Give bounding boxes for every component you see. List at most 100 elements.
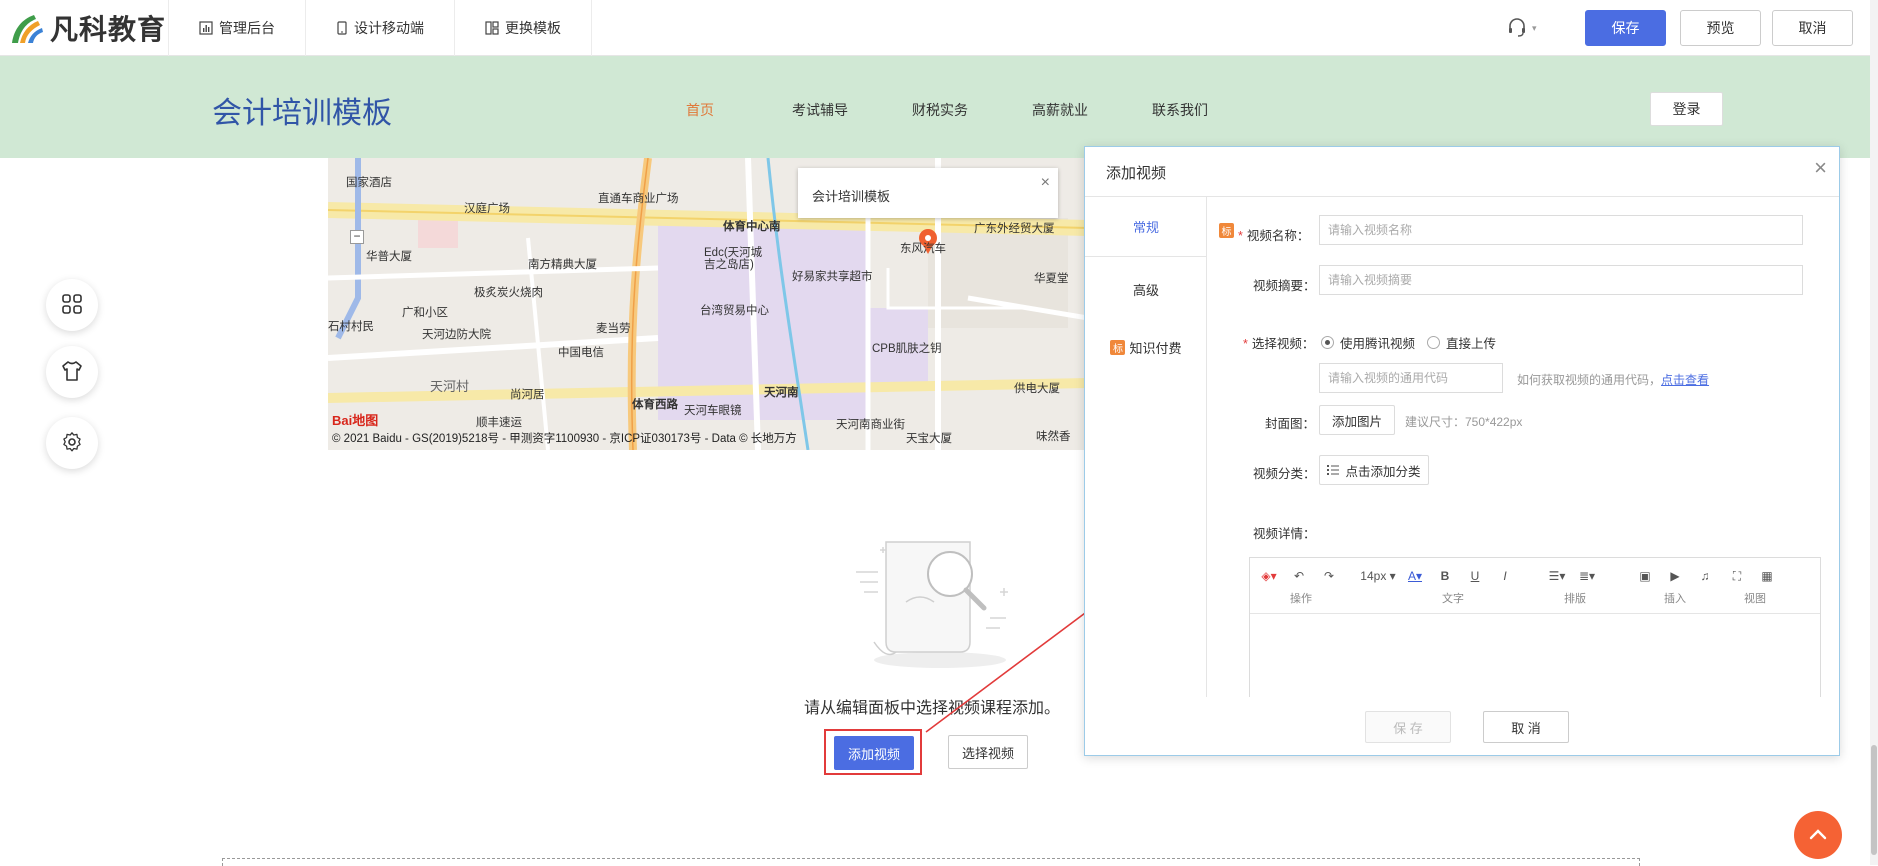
map-label: 尚河居 <box>510 389 545 401</box>
dialog-header: 添加视频 × <box>1085 147 1839 197</box>
map-label: 天河南商业街 <box>836 419 905 431</box>
underline-icon[interactable]: U <box>1460 568 1490 584</box>
editor-group-label: 视图 <box>1744 593 1766 605</box>
scroll-to-top-button[interactable] <box>1794 811 1842 859</box>
video-code-input[interactable] <box>1319 363 1503 393</box>
fullscreen-icon[interactable]: ⛶ <box>1722 568 1752 584</box>
map-label: 中国电信 <box>558 347 604 359</box>
video-icon[interactable]: ▶ <box>1660 568 1690 584</box>
nav-template[interactable]: 更换模板 <box>455 0 592 56</box>
redo-icon[interactable]: ↷ <box>1314 568 1344 584</box>
source-code-icon[interactable]: ▦ <box>1752 568 1782 584</box>
scrollbar-thumb[interactable] <box>1871 745 1877 855</box>
chevron-down-icon: ▾ <box>1532 22 1537 33</box>
logo-mark-icon <box>8 9 46 47</box>
image-icon[interactable]: ▣ <box>1630 568 1660 584</box>
map-label: 天河边防大院 <box>422 329 491 341</box>
editor-group-label: 排版 <box>1564 593 1586 605</box>
dialog-save-button[interactable]: 保 存 <box>1365 711 1451 743</box>
close-icon[interactable]: × <box>1041 174 1050 192</box>
site-nav-tax[interactable]: 财税实务 <box>880 100 1000 120</box>
nav-mobile[interactable]: 设计移动端 <box>306 0 455 56</box>
tab-general-label: 常规 <box>1132 220 1159 235</box>
align-icon[interactable]: ☰▾ <box>1542 568 1572 584</box>
radio-upload-label: 直接上传 <box>1446 337 1497 351</box>
select-video-label-text: 选择视频： <box>1251 337 1315 351</box>
support-button[interactable]: ▾ <box>1506 14 1537 42</box>
font-size-select[interactable]: 14px ▾ <box>1356 568 1400 584</box>
site-title[interactable]: 会计培训模板 <box>212 88 392 132</box>
components-button[interactable] <box>46 279 98 331</box>
dialog-tabs: 常规 高级 标 知识付费 <box>1085 197 1207 697</box>
radio-direct-upload[interactable]: 直接上传 <box>1427 333 1496 352</box>
bold-icon[interactable]: B <box>1430 568 1460 584</box>
tab-general[interactable]: 常规 <box>1085 197 1207 257</box>
video-code-hint: 如何获取视频的通用代码，点击查看 <box>1517 371 1709 388</box>
settings-button[interactable] <box>46 417 98 469</box>
music-icon[interactable]: ♫ <box>1690 568 1720 584</box>
login-button[interactable]: 登录 <box>1650 92 1723 126</box>
map-label: CPB肌肤之钥 <box>872 343 942 355</box>
editor-view-icons: ⛶ ▦ <box>1722 568 1782 584</box>
map-label: 广和小区 <box>402 307 448 319</box>
select-video-button[interactable]: 选择视频 <box>948 735 1028 769</box>
tab-paid-knowledge[interactable]: 标 知识付费 <box>1085 317 1207 377</box>
site-nav-exam[interactable]: 考试辅导 <box>760 100 880 120</box>
map-label: 汉庭广场 <box>464 203 510 215</box>
nav-mobile-label: 设计移动端 <box>354 20 424 36</box>
add-category-button[interactable]: 点击添加分类 <box>1319 455 1429 485</box>
editor-action-icons: ◈▾ ↶ ↷ <box>1254 568 1344 584</box>
close-icon[interactable]: × <box>1814 157 1827 179</box>
radio-unchecked-icon <box>1427 336 1440 349</box>
map-label: 天宝大厦 <box>906 433 952 445</box>
top-nav: 管理后台 设计移动端 更换模板 <box>168 0 592 56</box>
video-summary-label: 视频摘要： <box>1253 279 1316 293</box>
radio-tencent-video[interactable]: 使用腾讯视频 <box>1321 333 1415 352</box>
undo-icon[interactable]: ↶ <box>1284 568 1314 584</box>
map-label: 华夏堂 <box>1034 273 1069 285</box>
video-detail-label: 视频详情： <box>1253 527 1316 541</box>
map-label: 华普大厦 <box>366 251 412 263</box>
save-button[interactable]: 保存 <box>1585 10 1666 46</box>
add-video-button[interactable]: 添加视频 <box>834 736 914 770</box>
site-nav-contact[interactable]: 联系我们 <box>1120 100 1240 120</box>
baidu-map-logo: Bai地图 <box>332 413 379 428</box>
page-scrollbar[interactable] <box>1870 0 1878 865</box>
editor-group-label: 操作 <box>1290 593 1312 605</box>
cancel-button[interactable]: 取消 <box>1772 10 1853 46</box>
map-label: 国家酒店 <box>346 177 392 189</box>
map[interactable]: − 国家酒店 汉庭广场 直通车商业广场 体育中心南 广东外经贸大厦 东风汽车 华… <box>328 158 1088 450</box>
tab-advanced[interactable]: 高级 <box>1085 259 1207 319</box>
editor-group-label: 插入 <box>1664 593 1686 605</box>
cover-label: 封面图： <box>1265 417 1316 431</box>
font-color-icon[interactable]: A▾ <box>1400 568 1430 584</box>
headset-icon <box>1506 16 1528 41</box>
map-label: 天河南 <box>764 387 799 399</box>
theme-button[interactable] <box>46 346 98 398</box>
add-image-button[interactable]: 添加图片 <box>1319 405 1395 435</box>
map-zoom-out[interactable]: − <box>350 230 364 244</box>
cover-size-hint: 建议尺寸：750*422px <box>1405 415 1523 429</box>
view-help-link[interactable]: 点击查看 <box>1661 373 1709 387</box>
indent-icon[interactable]: ≣▾ <box>1572 568 1602 584</box>
map-info-popup: 会计培训模板 × <box>798 168 1058 218</box>
nav-admin[interactable]: 管理后台 <box>168 0 306 56</box>
nav-admin-label: 管理后台 <box>219 20 275 36</box>
video-name-label-text: 视频名称： <box>1246 229 1310 243</box>
video-name-input[interactable] <box>1319 215 1803 245</box>
top-bar: 凡科教育 管理后台 设计移动端 更换模板 ▾ 保存 预览 取消 <box>0 0 1878 56</box>
site-nav-home[interactable]: 首页 <box>640 100 760 120</box>
preview-button[interactable]: 预览 <box>1680 10 1761 46</box>
video-summary-input[interactable] <box>1319 265 1803 295</box>
radio-checked-icon <box>1321 336 1334 349</box>
logo[interactable]: 凡科教育 <box>8 8 166 48</box>
rich-text-editor[interactable]: ◈▾ ↶ ↷ 操作 14px ▾ A▾ B U I 文字 ☰▾ ≣▾ 排版 ▣ … <box>1249 557 1821 697</box>
map-label: 天河车眼镜 <box>684 405 742 417</box>
italic-icon[interactable]: I <box>1490 568 1520 584</box>
eraser-icon[interactable]: ◈▾ <box>1254 568 1284 584</box>
gear-icon <box>61 431 83 456</box>
site-nav-jobs[interactable]: 高薪就业 <box>1000 100 1120 120</box>
tab-advanced-label: 高级 <box>1132 282 1159 298</box>
editor-group-label: 文字 <box>1442 593 1464 605</box>
dialog-cancel-button[interactable]: 取 消 <box>1483 711 1569 743</box>
